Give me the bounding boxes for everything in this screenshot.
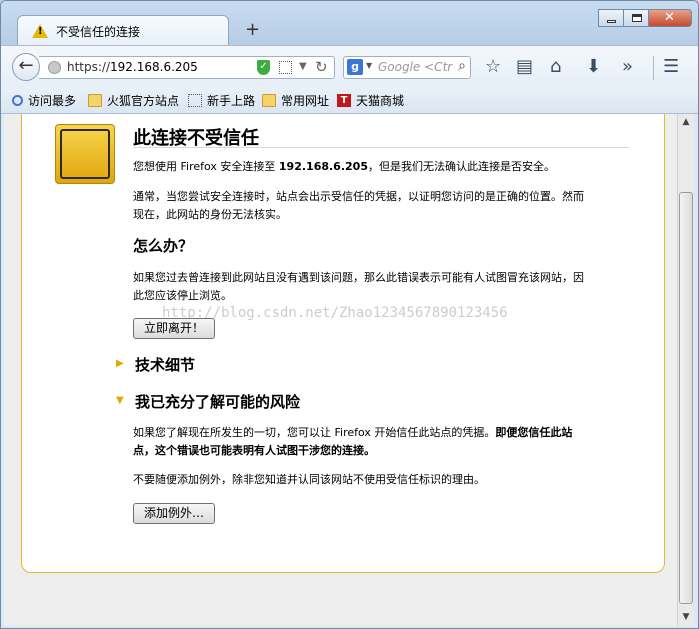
home-icon[interactable]: ⌂ — [550, 58, 561, 76]
search-icon — [12, 95, 23, 106]
window-controls — [598, 9, 692, 29]
back-button[interactable]: ← — [12, 53, 40, 81]
bookmark-label: 新手上路 — [207, 94, 256, 108]
vertical-scrollbar[interactable]: ▲ ▼ — [677, 114, 694, 626]
tab-untrusted-connection[interactable]: ! 不受信任的连接 — [17, 15, 229, 46]
bookmark-star-icon[interactable]: ☆ — [485, 58, 501, 76]
dotted-box-icon — [188, 94, 202, 107]
bookmark-label: 火狐官方站点 — [107, 94, 180, 108]
tab-strip: ! 不受信任的连接 + — [1, 1, 698, 46]
add-exception-button[interactable]: 添加例外… — [133, 503, 216, 524]
what-to-do-text: 如果您过去曾连接到此网站且没有遇到该问题，那么此错误表示可能有人试图冒充该网站，… — [133, 271, 584, 302]
new-tab-button[interactable]: + — [245, 21, 260, 39]
warning-icon: ! — [32, 24, 48, 38]
bookmarks-toolbar: 访问最多 火狐官方站点 新手上路 常用网址 T 天猫商城 — [1, 87, 698, 114]
expanded-triangle-icon[interactable]: ▼ — [116, 395, 124, 406]
url-dropdown-icon[interactable]: ▼ — [299, 61, 307, 72]
reload-icon[interactable]: ↻ — [315, 58, 328, 76]
maximize-button[interactable] — [623, 9, 649, 27]
folder-icon — [88, 94, 102, 107]
bookmark-label: 天猫商城 — [356, 94, 405, 108]
scroll-down-arrow-icon[interactable]: ▼ — [678, 609, 694, 626]
minimize-button[interactable] — [598, 9, 624, 27]
search-engine-icon[interactable]: g — [347, 59, 363, 75]
search-engine-dropdown-icon[interactable]: ▼ — [366, 61, 372, 70]
understand-risks-heading[interactable]: 我已充分了解可能的风险 — [135, 391, 300, 412]
exception-warning-text: 不要随便添加例外，除非您知道并认同该网站不使用受信任标识的理由。 — [133, 473, 485, 486]
globe-icon — [48, 61, 61, 74]
security-officer-icon — [55, 124, 115, 184]
search-bar[interactable]: g ▼ Google <Ctr ⌕ — [343, 56, 471, 79]
bookmark-firefox-official[interactable]: 火狐官方站点 — [88, 92, 179, 109]
toolbar-separator — [653, 56, 654, 80]
folder-icon — [262, 94, 276, 107]
bookmark-label: 访问最多 — [28, 94, 77, 108]
url-bar[interactable]: https://192.168.6.205 ✓ ▼ ↻ — [39, 56, 335, 79]
bookmark-most-visited[interactable]: 访问最多 — [12, 92, 76, 109]
risks-text: 如果您了解现在所发生的一切，您可以让 Firefox 开始信任此站点的凭据。即便… — [133, 426, 573, 457]
bookmark-label: 常用网址 — [281, 94, 330, 108]
browser-window: ! 不受信任的连接 + https://192.168.6.205 ✓ ▼ ↻ … — [0, 0, 699, 629]
url-text[interactable]: https://192.168.6.205 — [67, 60, 198, 74]
bookmark-common-sites[interactable]: 常用网址 — [262, 92, 329, 109]
navigation-bar: https://192.168.6.205 ✓ ▼ ↻ ← g ▼ Google… — [1, 45, 698, 88]
tab-title: 不受信任的连接 — [56, 25, 141, 39]
explanation-text: 通常，当您尝试安全连接时，站点会出示受信任的凭据，以证明您访问的是正确的位置。然… — [133, 190, 584, 221]
overflow-chevron-icon[interactable]: » — [622, 58, 633, 76]
intro-text: 您想使用 Firefox 安全连接至 192.168.6.205，但是我们无法确… — [133, 160, 555, 173]
what-to-do-heading: 怎么办？ — [133, 237, 194, 255]
scrollbar-thumb[interactable] — [679, 192, 693, 604]
bookmarks-list-icon[interactable]: ▤ — [516, 58, 533, 76]
bookmark-tmall[interactable]: T 天猫商城 — [337, 92, 404, 109]
tmall-icon: T — [337, 94, 351, 107]
menu-icon[interactable]: ☰ — [663, 58, 679, 76]
search-input[interactable]: Google <Ctr — [378, 60, 452, 74]
bookmark-getting-started[interactable]: 新手上路 — [188, 92, 255, 109]
qr-code-icon[interactable] — [279, 61, 292, 74]
technical-details-heading[interactable]: 技术细节 — [135, 354, 195, 375]
error-panel: 此连接不受信任 您想使用 Firefox 安全连接至 192.168.6.205… — [21, 114, 665, 573]
download-icon[interactable]: ⬇ — [586, 58, 601, 76]
search-icon[interactable]: ⌕ — [458, 58, 466, 74]
collapsed-triangle-icon[interactable]: ▶ — [116, 358, 124, 369]
get-me-out-button[interactable]: 立即离开！ — [133, 318, 216, 339]
page-content: 此连接不受信任 您想使用 Firefox 安全连接至 192.168.6.205… — [4, 114, 677, 626]
scroll-up-arrow-icon[interactable]: ▲ — [678, 114, 694, 131]
close-button[interactable] — [648, 9, 692, 27]
shield-icon[interactable]: ✓ — [257, 60, 270, 75]
title-divider — [133, 147, 629, 148]
